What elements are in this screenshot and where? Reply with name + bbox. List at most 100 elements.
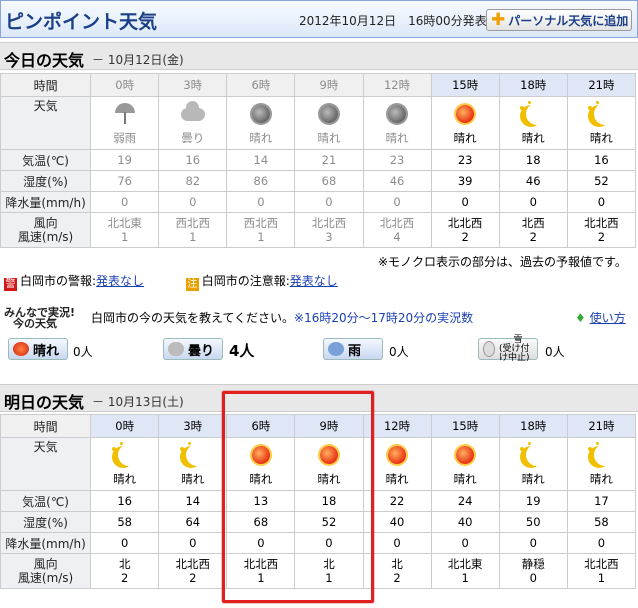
report-sunny-button[interactable]: 晴れ xyxy=(8,338,68,360)
time-label: 時間 xyxy=(0,414,92,438)
wind-cell: 北北西 3 xyxy=(294,212,364,248)
humidity-cell: 52 xyxy=(566,170,637,192)
humidity-cell: 58 xyxy=(566,511,637,533)
temp-cell: 19 xyxy=(90,149,160,171)
weather-cell: 晴れ xyxy=(430,96,500,150)
humidity-cell: 46 xyxy=(362,170,432,192)
weather-text: 晴れ xyxy=(113,472,137,486)
weather-text: 晴れ xyxy=(521,472,545,486)
time-label: 時間 xyxy=(0,73,92,97)
wind-speed-label: 風速(m/s) xyxy=(17,230,74,244)
wind-cell: 西北西 1 xyxy=(226,212,296,248)
wind-dir: 北北西 xyxy=(584,557,619,571)
umbrella-icon xyxy=(328,342,344,356)
moon-icon xyxy=(110,441,140,469)
warning-link[interactable]: 発表なし xyxy=(96,274,144,288)
help-link[interactable]: ♦ 使い方 xyxy=(575,309,626,326)
highlight-box xyxy=(222,391,374,603)
humidity-cell: 86 xyxy=(226,170,296,192)
weather-cell: 晴れ xyxy=(498,437,568,491)
precip-cell: 0 xyxy=(362,191,432,213)
temp-cell: 14 xyxy=(158,490,228,512)
wind-cell: 北北西 2 xyxy=(566,212,637,248)
weather-text: 晴れ xyxy=(589,131,613,145)
today-forecast-table: 時間 0時 3時 6時 9時 12時 15時 18時 21時 天気 弱雨 曇り 晴れ 晴れ 晴れ 晴れ 晴れ 晴れ… xyxy=(0,73,637,248)
humidity-cell: 50 xyxy=(498,511,568,533)
humidity-cell: 46 xyxy=(498,170,568,192)
time-cell: 15時 xyxy=(430,73,500,97)
wind-dir: 北北西 xyxy=(175,557,211,571)
wind-dir: 北北西 xyxy=(584,216,619,230)
today-header: 今日の天気 － 10月12日(金) xyxy=(0,42,638,70)
weather-cell: 晴れ xyxy=(362,96,432,150)
weather-text: 曇り xyxy=(181,131,205,145)
precip-cell: 0 xyxy=(566,191,637,213)
humidity-cell: 76 xyxy=(90,170,160,192)
report-snow-button: 雪 (受け付け中止) xyxy=(478,335,538,362)
wind-dir: 北北東 xyxy=(447,557,483,571)
weather-cell: 弱雨 xyxy=(90,96,160,150)
weather-text: 弱雨 xyxy=(113,131,137,145)
weather-cell: 晴れ xyxy=(566,437,637,491)
cloudy-count: 4人 xyxy=(229,342,255,360)
wind-dir: 北北東 xyxy=(107,216,142,230)
today-title: 今日の天気 xyxy=(4,51,85,70)
time-cell: 15時 xyxy=(430,414,500,438)
sun-icon xyxy=(314,100,344,128)
temp-label: 気温(℃) xyxy=(0,490,92,512)
sun-icon xyxy=(382,100,412,128)
weather-text: 晴れ xyxy=(385,131,409,145)
sun-icon xyxy=(450,441,480,469)
weather-text: 晴れ xyxy=(317,131,341,145)
warning-tag-icon: 警 xyxy=(4,278,17,291)
precip-cell: 0 xyxy=(498,532,568,554)
time-cell: 0時 xyxy=(90,73,160,97)
advisory-link[interactable]: 発表なし xyxy=(290,274,338,288)
humidity-cell: 64 xyxy=(158,511,228,533)
weather-text: 晴れ xyxy=(385,472,409,486)
today-date: － 10月12日(金) xyxy=(92,53,184,67)
wind-cell: 西北西 1 xyxy=(158,212,228,248)
weather-cell: 晴れ xyxy=(566,96,637,150)
temp-label: 気温(℃) xyxy=(0,149,92,171)
wind-cell: 北北西 2 xyxy=(430,212,500,248)
weather-text: 晴れ xyxy=(453,131,477,145)
past-forecast-note: ※モノクロ表示の部分は、過去の予報値です。 xyxy=(378,255,627,269)
wind-speed: 2 xyxy=(597,230,606,244)
add-personal-weather-button[interactable]: ✚ パーソナル天気に追加 xyxy=(486,9,632,31)
wind-speed: 1 xyxy=(257,230,265,244)
report-cloudy-button[interactable]: 曇り xyxy=(163,338,223,360)
minna-info-period: ※16時20分～17時20分の実況数 xyxy=(294,311,474,325)
temp-cell: 17 xyxy=(566,490,637,512)
warnings-row: 警白岡市の警報:発表なし 注白岡市の注意報:発表なし xyxy=(4,272,338,291)
time-cell: 3時 xyxy=(158,414,228,438)
wind-dir: 北北西 xyxy=(311,216,347,230)
wind-speed: 0 xyxy=(529,571,537,585)
humidity-label: 湿度(%) xyxy=(0,511,92,533)
humidity-label: 湿度(%) xyxy=(0,170,92,192)
time-cell: 12時 xyxy=(362,73,432,97)
humidity-cell: 58 xyxy=(90,511,160,533)
report-rain-button[interactable]: 雨 xyxy=(323,338,383,360)
plus-icon: ✚ xyxy=(491,9,506,30)
wind-cell: 北西 2 xyxy=(498,212,568,248)
wind-cell: 北北西 2 xyxy=(158,553,228,589)
umbrella-icon xyxy=(110,100,140,128)
add-personal-weather-label: パーソナル天気に追加 xyxy=(508,13,629,28)
temp-cell: 19 xyxy=(498,490,568,512)
humidity-cell: 40 xyxy=(430,511,500,533)
sunny-count: 0人 xyxy=(73,345,93,359)
wind-speed: 2 xyxy=(189,571,197,585)
wind-dir: 静穏 xyxy=(521,557,545,571)
wind-speed: 2 xyxy=(461,230,469,244)
time-cell: 3時 xyxy=(158,73,228,97)
wind-dir: 北北西 xyxy=(447,216,483,230)
wind-dir: 北北西 xyxy=(379,216,415,230)
wind-label: 風向 風速(m/s) xyxy=(0,553,92,589)
tomorrow-title: 明日の天気 xyxy=(4,393,85,412)
moon-icon xyxy=(586,100,616,128)
precip-cell: 0 xyxy=(90,532,160,554)
wind-speed: 1 xyxy=(597,571,606,585)
cloud-icon xyxy=(178,100,208,128)
time-cell: 21時 xyxy=(566,414,637,438)
